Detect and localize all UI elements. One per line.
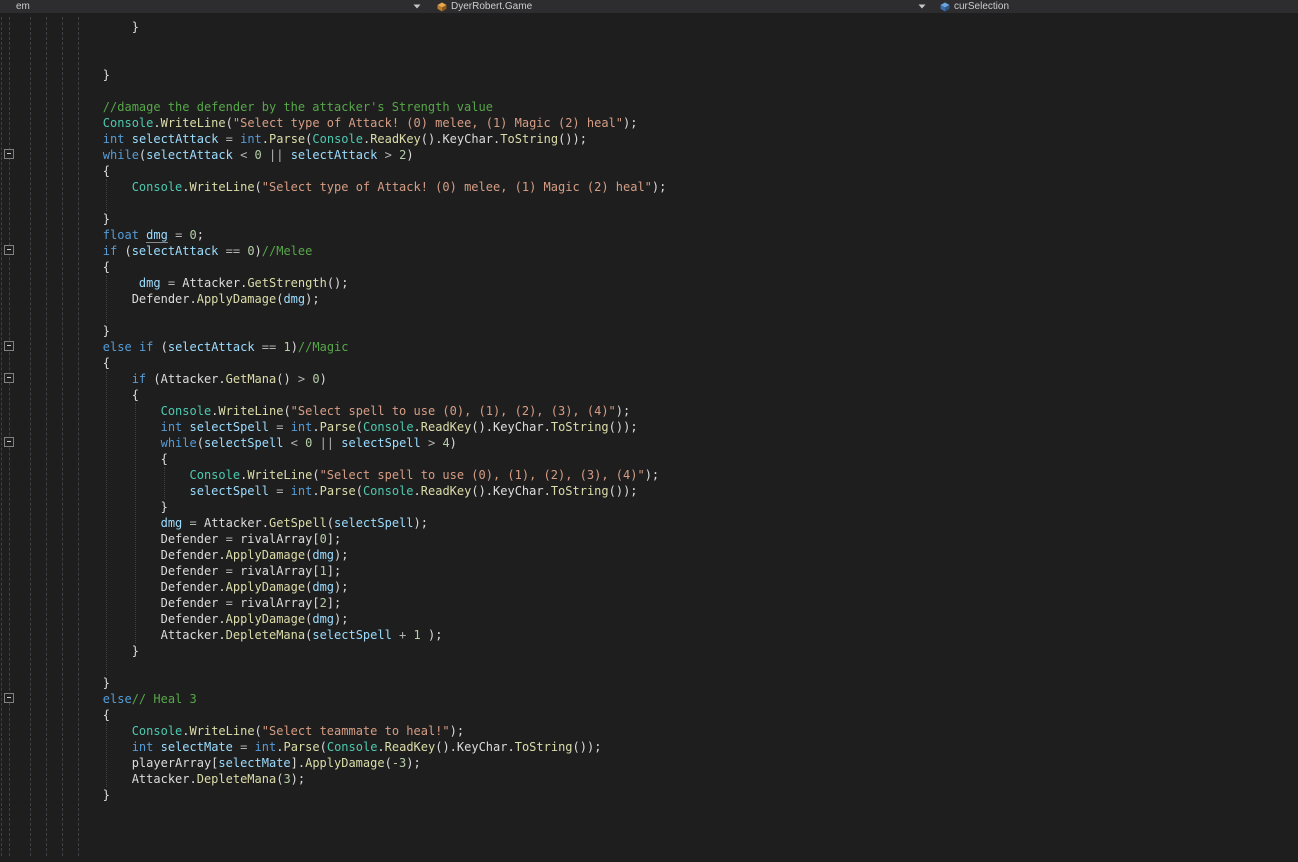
code-line[interactable] <box>45 35 666 51</box>
code-line[interactable] <box>45 51 666 67</box>
project-dropdown[interactable]: em <box>0 0 430 13</box>
code-line[interactable]: dmg = Attacker.GetSpell(selectSpell); <box>45 515 666 531</box>
code-line[interactable]: } <box>45 675 666 691</box>
code-line[interactable]: else// Heal 3 <box>45 691 666 707</box>
code-line[interactable]: Defender = rivalArray[2]; <box>45 595 666 611</box>
code-line[interactable]: } <box>45 323 666 339</box>
code-editor[interactable]: } } //damage the defender by the attacke… <box>0 13 1298 862</box>
code-line[interactable]: } <box>45 643 666 659</box>
code-line[interactable]: { <box>45 451 666 467</box>
field-icon <box>940 2 950 11</box>
member-dropdown-label: curSelection <box>954 1 1010 12</box>
code-line[interactable]: } <box>45 211 666 227</box>
code-line[interactable]: Attacker.DepleteMana(selectSpell + 1 ); <box>45 627 666 643</box>
code-line[interactable]: { <box>45 355 666 371</box>
code-line[interactable]: if (Attacker.GetMana() > 0) <box>45 371 666 387</box>
code-line[interactable]: Defender = rivalArray[1]; <box>45 563 666 579</box>
code-line[interactable]: Console.WriteLine("Select spell to use (… <box>45 467 666 483</box>
code-line[interactable]: selectSpell = int.Parse(Console.ReadKey(… <box>45 483 666 499</box>
outline-margin <box>0 13 20 862</box>
code-line[interactable]: float dmg = 0; <box>45 227 666 243</box>
code-line[interactable]: { <box>45 259 666 275</box>
chevron-down-icon <box>918 4 926 9</box>
type-dropdown-label: DyerRobert.Game <box>451 1 533 12</box>
code-line[interactable]: Defender.ApplyDamage(dmg); <box>45 611 666 627</box>
code-line[interactable]: { <box>45 163 666 179</box>
member-dropdown[interactable]: curSelection <box>935 0 1298 13</box>
code-line[interactable]: } <box>45 499 666 515</box>
chevron-down-icon <box>413 4 421 9</box>
code-line[interactable] <box>45 659 666 675</box>
code-line[interactable]: while(selectSpell < 0 || selectSpell > 4… <box>45 435 666 451</box>
code-line[interactable]: } <box>45 19 666 35</box>
code-line[interactable]: int selectMate = int.Parse(Console.ReadK… <box>45 739 666 755</box>
code-line[interactable] <box>45 83 666 99</box>
code-line[interactable]: Console.WriteLine("Select spell to use (… <box>45 403 666 419</box>
fold-marker[interactable] <box>4 149 14 159</box>
code-line[interactable]: int selectAttack = int.Parse(Console.Rea… <box>45 131 666 147</box>
code-line[interactable] <box>45 195 666 211</box>
code-line[interactable]: Console.WriteLine("Select teammate to he… <box>45 723 666 739</box>
code-line[interactable]: Defender.ApplyDamage(dmg); <box>45 291 666 307</box>
indent-guide <box>30 17 31 856</box>
code-line[interactable]: playerArray[selectMate].ApplyDamage(-3); <box>45 755 666 771</box>
navigation-bar: em DyerRobert.Game curSelection <box>0 0 1298 13</box>
code-line[interactable]: Defender.ApplyDamage(dmg); <box>45 579 666 595</box>
fold-marker[interactable] <box>4 437 14 447</box>
code-line[interactable]: else if (selectAttack == 1)//Magic <box>45 339 666 355</box>
code-line[interactable]: Console.WriteLine("Select type of Attack… <box>45 115 666 131</box>
code-lines: } } //damage the defender by the attacke… <box>45 19 667 803</box>
code-line[interactable]: Defender.ApplyDamage(dmg); <box>45 547 666 563</box>
project-dropdown-label: em <box>16 1 30 12</box>
code-line[interactable]: int selectSpell = int.Parse(Console.Read… <box>45 419 666 435</box>
code-line[interactable]: Defender = rivalArray[0]; <box>45 531 666 547</box>
code-line[interactable]: } <box>45 67 666 83</box>
fold-marker[interactable] <box>4 693 14 703</box>
code-line[interactable]: { <box>45 707 666 723</box>
code-line[interactable]: } <box>45 787 666 803</box>
fold-marker[interactable] <box>4 341 14 351</box>
class-icon <box>437 2 447 11</box>
type-dropdown[interactable]: DyerRobert.Game <box>430 0 935 13</box>
fold-marker[interactable] <box>4 245 14 255</box>
code-line[interactable]: dmg = Attacker.GetStrength(); <box>45 275 666 291</box>
code-line[interactable] <box>45 307 666 323</box>
code-line[interactable]: //damage the defender by the attacker's … <box>45 99 666 115</box>
code-line[interactable]: Console.WriteLine("Select type of Attack… <box>45 179 667 195</box>
fold-marker[interactable] <box>4 373 14 383</box>
code-line[interactable]: { <box>45 387 666 403</box>
code-line[interactable]: Attacker.DepleteMana(3); <box>45 771 666 787</box>
code-line[interactable]: if (selectAttack == 0)//Melee <box>45 243 666 259</box>
code-line[interactable]: while(selectAttack < 0 || selectAttack >… <box>45 147 666 163</box>
